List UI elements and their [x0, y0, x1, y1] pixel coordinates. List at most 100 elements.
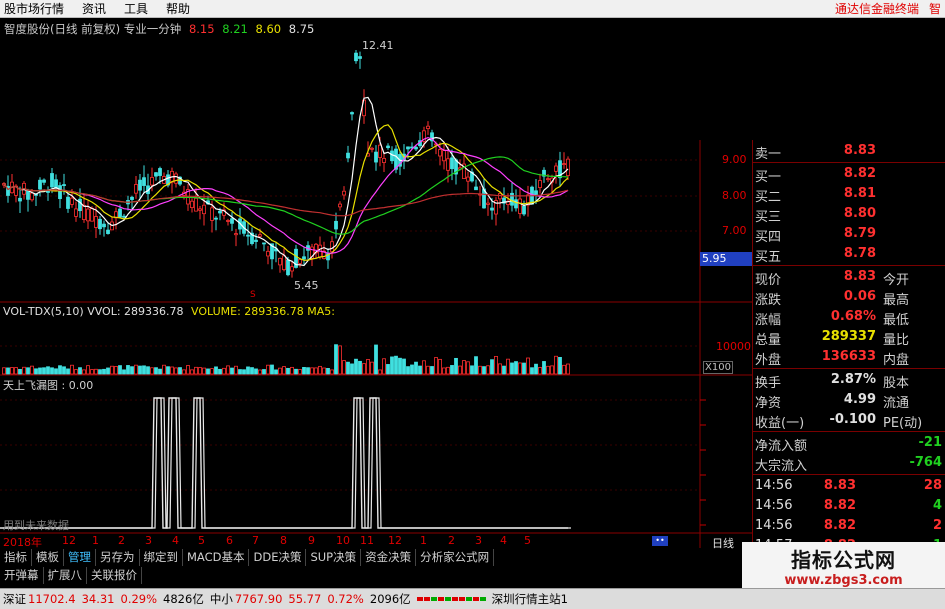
volume-bar [270, 364, 274, 375]
candle-body [78, 198, 82, 212]
formula-tab[interactable]: 管理 [64, 549, 96, 566]
volume-bar [78, 367, 82, 375]
stat-row: 涨幅 0.68% 最低 [753, 308, 945, 328]
extension-tab[interactable]: 开弹幕 [0, 567, 44, 584]
candlestick-series [2, 50, 570, 278]
volume-bar [226, 365, 230, 375]
indicator-legend: 天上飞漏图 : 0.00 [3, 379, 94, 392]
volume-bar [122, 369, 126, 375]
high-price-label: 12.41 [362, 39, 394, 52]
volume-bar [426, 365, 430, 375]
volume-bar [98, 369, 102, 375]
formula-tab[interactable]: DDE决策 [249, 549, 307, 566]
candle-body [450, 157, 454, 170]
order-book-row: 买五 8.78 [753, 245, 945, 265]
quote-value: 8.80 [843, 206, 876, 221]
time-axis: 2018年 12 1 2 3 4 5 6 7 8 9 10 11 12 1 2 … [0, 534, 700, 549]
time-axis-label: 8 [280, 534, 287, 547]
fund-flow-row: 净流入额 -21 [753, 434, 945, 454]
volume-bar [458, 365, 462, 375]
volume-bar [470, 365, 474, 375]
quote-label: 净资 [755, 396, 782, 411]
volume-bar [6, 367, 10, 375]
candle-body [226, 220, 230, 222]
tick-row: 14:56 8.83 28 [753, 477, 945, 497]
volume-bar [238, 369, 242, 375]
time-axis-label: 1 [92, 534, 99, 547]
volume-bar [294, 368, 298, 375]
candle-body [190, 200, 194, 209]
volume-bar [146, 366, 150, 375]
kline-chart[interactable] [0, 0, 752, 548]
candle-body [562, 163, 566, 165]
price-tick-7: 7.00 [722, 224, 747, 237]
quote-value: 289337 [821, 329, 876, 344]
formula-tab[interactable]: MACD基本 [183, 549, 250, 566]
volume-bar [446, 366, 450, 375]
time-axis-label: 3 [145, 534, 152, 547]
quote-panel: 卖一 8.83 买一 8.82 买二 8.81 买三 8.80 买四 8.79 买五 8.78 现价 8.… [752, 140, 945, 584]
volume-bar [306, 367, 310, 375]
quote-label: 买五 [755, 250, 782, 265]
quote-label: 收益(一) [755, 416, 805, 431]
volume-bar [346, 361, 350, 375]
volume-bar [438, 358, 442, 375]
index1-change: 34.31 [81, 592, 115, 606]
watermark-url: www.zbgs3.com [784, 573, 903, 588]
order-book-row: 卖一 8.83 [753, 142, 945, 162]
tick-row: 14:56 8.82 4 [753, 497, 945, 517]
candle-body [202, 204, 206, 215]
stat-row: 外盘 136633 内盘 [753, 348, 945, 368]
candle-body [354, 52, 358, 62]
volume-bar [354, 358, 358, 375]
volume-bar [506, 358, 510, 375]
time-axis-label: 9 [308, 534, 315, 547]
volume-bar [126, 365, 130, 375]
volume-bar [246, 366, 250, 375]
volume-bar [154, 367, 158, 375]
volume-bar [74, 369, 78, 375]
time-axis-label: 2 [118, 534, 125, 547]
formula-tab[interactable]: 资金决策 [361, 549, 417, 566]
candle-body [522, 205, 526, 215]
extension-tab[interactable]: 扩展八 [44, 567, 87, 584]
candle-body [234, 233, 238, 236]
volume-bar [110, 365, 114, 375]
volume-bar [50, 367, 54, 375]
volume-bar [222, 367, 226, 375]
server-name[interactable]: 深圳行情主站1 [492, 591, 568, 607]
formula-tab[interactable]: 另存为 [96, 549, 140, 566]
formula-tab[interactable]: SUP决策 [306, 549, 362, 566]
quote-label: 买三 [755, 210, 782, 225]
quote-label: 涨跌 [755, 293, 782, 308]
volume-bar [182, 369, 186, 375]
volume-bar [526, 357, 530, 375]
volume-bar [254, 368, 258, 375]
volume-bar [402, 358, 406, 375]
index2-pct: 0.72% [327, 592, 364, 606]
formula-tab[interactable]: 绑定到 [140, 549, 183, 566]
candle-body [486, 202, 490, 205]
formula-tab[interactable]: 指标 [0, 549, 32, 566]
extension-tab[interactable]: 关联报价 [87, 567, 142, 584]
candle-body [286, 259, 290, 276]
scroll-thumb[interactable]: •• [652, 536, 668, 546]
candle-body [342, 190, 346, 196]
quote-label-secondary: 最高 [883, 293, 910, 308]
stock-terminal-window: 股市场行情 资讯 工具 帮助 通达信金融终端 智 智度股份(日线 前复权) 专业… [0, 0, 945, 609]
candle-body [278, 257, 282, 266]
candle-body [514, 199, 518, 209]
order-book-row: 买一 8.82 [753, 165, 945, 185]
candle-body [46, 191, 50, 193]
volume-bar [334, 344, 338, 375]
volume-bar [550, 365, 554, 375]
volume-bar [42, 367, 46, 375]
volume-bar [158, 368, 162, 375]
formula-tab[interactable]: 分析家公式网 [416, 549, 495, 566]
candle-body [298, 259, 302, 264]
candle-body [254, 239, 258, 242]
candle-body [330, 241, 334, 253]
quote-label: 买四 [755, 230, 782, 245]
volume-bar [394, 355, 398, 375]
formula-tab[interactable]: 模板 [32, 549, 64, 566]
